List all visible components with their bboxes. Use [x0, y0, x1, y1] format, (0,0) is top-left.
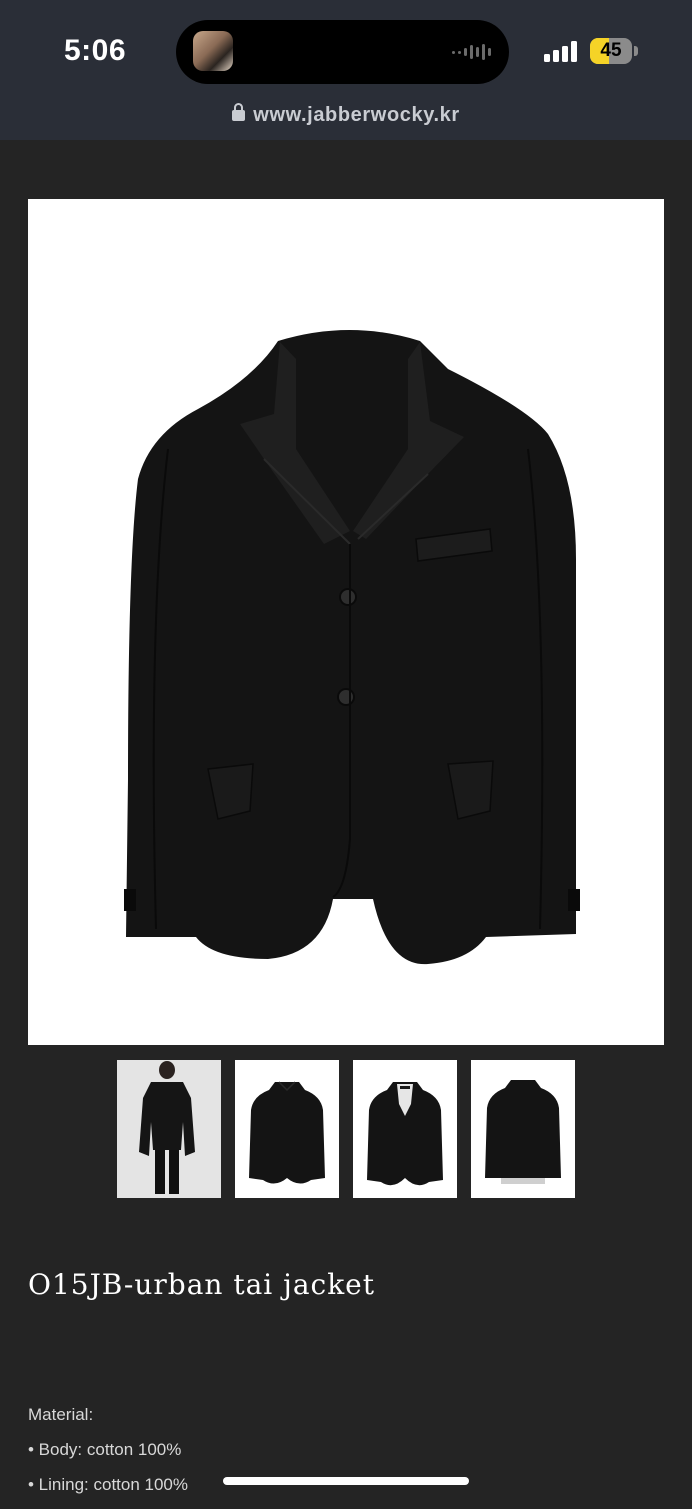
- url-text: www.jabberwocky.kr: [253, 104, 460, 126]
- jacket-front-image: [367, 1082, 443, 1186]
- product-details: Material: • Body: cotton 100% • Lining: …: [28, 1404, 188, 1509]
- status-bar: 5:06 45 www.jabberwocky.kr: [0, 0, 692, 140]
- material-heading: Material:: [28, 1405, 94, 1424]
- lock-icon: [232, 103, 246, 121]
- jacket-back-image: [485, 1080, 561, 1184]
- product-thumbnail[interactable]: [353, 1060, 457, 1198]
- battery-cap: [634, 46, 638, 56]
- material-item: • Lining: cotton 100%: [28, 1475, 189, 1494]
- battery-level: 45: [600, 40, 622, 61]
- home-indicator[interactable]: [223, 1477, 469, 1485]
- audio-waveform-icon: [452, 42, 491, 62]
- dynamic-island[interactable]: [176, 20, 509, 84]
- product-thumbnail[interactable]: [471, 1060, 575, 1198]
- jacket-front-image: [124, 330, 580, 965]
- product-title: O15JB-urban tai jacket: [28, 1268, 375, 1301]
- battery-icon: 45: [590, 38, 632, 64]
- status-time: 5:06: [64, 34, 127, 67]
- model-wearing-jacket-image: [139, 1061, 195, 1194]
- jacket-buttoned-image: [249, 1081, 325, 1184]
- product-main-image[interactable]: [28, 199, 664, 1045]
- now-playing-artwork[interactable]: [193, 31, 233, 71]
- url-bar[interactable]: www.jabberwocky.kr: [0, 103, 692, 127]
- product-thumbnail[interactable]: [117, 1060, 221, 1198]
- cellular-signal-icon: [544, 40, 577, 62]
- product-thumbnail[interactable]: [235, 1060, 339, 1198]
- material-item: • Body: cotton 100%: [28, 1440, 182, 1459]
